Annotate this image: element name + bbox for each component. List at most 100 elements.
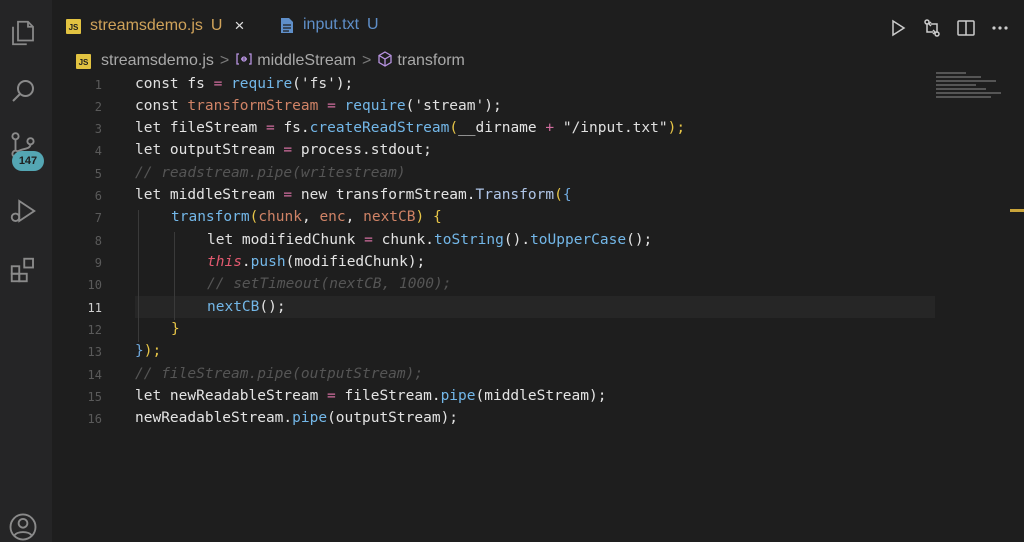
- punctuation: );: [667, 120, 686, 136]
- string: 'fs': [300, 76, 336, 92]
- method-icon: [377, 50, 393, 72]
- line-number: 3: [94, 122, 102, 136]
- punctuation: );: [440, 410, 459, 426]
- keyword: let: [207, 232, 242, 248]
- string: "/input.txt": [562, 120, 668, 136]
- code-line: this.push(modifiedChunk);: [207, 254, 425, 270]
- breadcrumb-symbol[interactable]: middleStream: [257, 52, 356, 70]
- punctuation: (: [327, 410, 336, 426]
- punctuation: }: [135, 343, 144, 359]
- tab-modified-indicator: U: [367, 16, 379, 33]
- code-line: const transformStream = require('stream'…: [135, 98, 502, 114]
- more-actions-icon[interactable]: [990, 18, 1010, 38]
- identifier: middleStream: [484, 388, 589, 404]
- function-name: nextCB: [207, 299, 260, 315]
- punctuation: .: [425, 232, 435, 248]
- code-comment: // fileStream.pipe(outputStream);: [135, 366, 424, 382]
- keyword: const: [135, 98, 188, 114]
- extensions-icon[interactable]: [8, 255, 40, 287]
- parameter: enc: [319, 209, 346, 225]
- close-icon[interactable]: ×: [234, 16, 244, 36]
- function-name: pipe: [440, 388, 476, 404]
- run-debug-icon[interactable]: [8, 196, 40, 228]
- punctuation: );: [143, 343, 162, 359]
- punctuation: ): [415, 209, 433, 225]
- punctuation: (: [449, 120, 459, 136]
- punctuation: (: [475, 388, 485, 404]
- operator: =: [257, 120, 284, 136]
- activity-bar: 147: [0, 0, 52, 542]
- punctuation: (: [249, 209, 259, 225]
- run-icon[interactable]: [888, 18, 908, 38]
- tab-bar: JS streamsdemo.js U × input.txt U: [52, 4, 1024, 46]
- punctuation: .: [362, 142, 371, 158]
- punctuation: {: [432, 209, 442, 225]
- line-number: 12: [87, 323, 102, 337]
- string: 'stream': [414, 98, 485, 114]
- line-number: 13: [87, 345, 102, 359]
- parameter: chunk: [258, 209, 302, 225]
- breadcrumb-separator: >: [361, 52, 372, 69]
- code-comment: // readstream.pipe(writestream): [135, 165, 406, 181]
- scrollbar-marker: [1010, 209, 1024, 212]
- code-line: let modifiedChunk = chunk.toString().toU…: [207, 232, 652, 248]
- minimap[interactable]: [936, 72, 1006, 102]
- function-name: toUpperCase: [530, 232, 627, 248]
- split-editor-icon[interactable]: [956, 18, 976, 38]
- punctuation: ;: [423, 142, 432, 158]
- identifier: outputStream: [169, 142, 275, 158]
- identifier: fs: [187, 76, 205, 92]
- parameter: nextCB: [363, 209, 416, 225]
- line-number: 11: [87, 301, 102, 315]
- line-number: 10: [87, 278, 102, 292]
- operator: =: [274, 187, 301, 203]
- breadcrumb-file[interactable]: streamsdemo.js: [101, 52, 214, 70]
- punctuation: );: [484, 98, 502, 114]
- punctuation: ();: [259, 299, 286, 315]
- tab-label: streamsdemo.js: [90, 17, 203, 34]
- punctuation: .: [431, 388, 441, 404]
- identifier: newReadableStream: [135, 410, 284, 426]
- keyword: new: [300, 187, 336, 203]
- operator: =: [318, 388, 345, 404]
- punctuation: .: [466, 187, 476, 203]
- keyword-this: this: [207, 254, 242, 270]
- punctuation: );: [335, 76, 354, 92]
- js-file-icon: JS: [76, 53, 91, 69]
- operator: =: [204, 76, 232, 92]
- line-number: 14: [87, 368, 102, 382]
- tab-label: input.txt: [303, 16, 360, 33]
- class-name: Transform: [475, 187, 555, 203]
- punctuation: ,: [345, 209, 364, 225]
- search-icon[interactable]: [8, 76, 40, 108]
- breadcrumb-symbol[interactable]: transform: [397, 52, 465, 70]
- code-line: let middleStream = new transformStream.T…: [135, 187, 572, 203]
- indent-guide: [174, 232, 175, 320]
- function-name: require: [231, 76, 293, 92]
- keyword: const: [135, 76, 188, 92]
- account-icon[interactable]: [8, 512, 40, 542]
- variable-icon: [235, 52, 253, 71]
- line-number: 7: [94, 211, 102, 225]
- line-number: 4: [94, 144, 102, 158]
- identifier: fs: [283, 120, 301, 136]
- identifier: newReadableStream: [169, 388, 319, 404]
- tab-streamsdemo[interactable]: JS streamsdemo.js U ×: [52, 4, 262, 46]
- code-editor[interactable]: 1 2 3 4 5 6 7 8 9 10 11 12 13 14 15 16 c…: [52, 74, 1012, 542]
- function-name: toString: [434, 232, 504, 248]
- code-line: let newReadableStream = fileStream.pipe(…: [135, 388, 606, 404]
- operator: +: [536, 120, 563, 136]
- function-name: push: [250, 254, 286, 270]
- identifier: outputStream: [335, 410, 441, 426]
- code-line: }: [171, 321, 180, 337]
- tab-input-txt[interactable]: input.txt U: [266, 4, 396, 46]
- compare-changes-icon[interactable]: [922, 18, 942, 38]
- punctuation: .: [283, 410, 293, 426]
- keyword: let: [135, 388, 170, 404]
- punctuation: .: [241, 254, 251, 270]
- identifier: modifiedChunk: [294, 254, 408, 270]
- punctuation: );: [589, 388, 607, 404]
- line-number: 2: [94, 100, 102, 114]
- explorer-icon[interactable]: [8, 18, 40, 50]
- function-name: require: [344, 98, 406, 114]
